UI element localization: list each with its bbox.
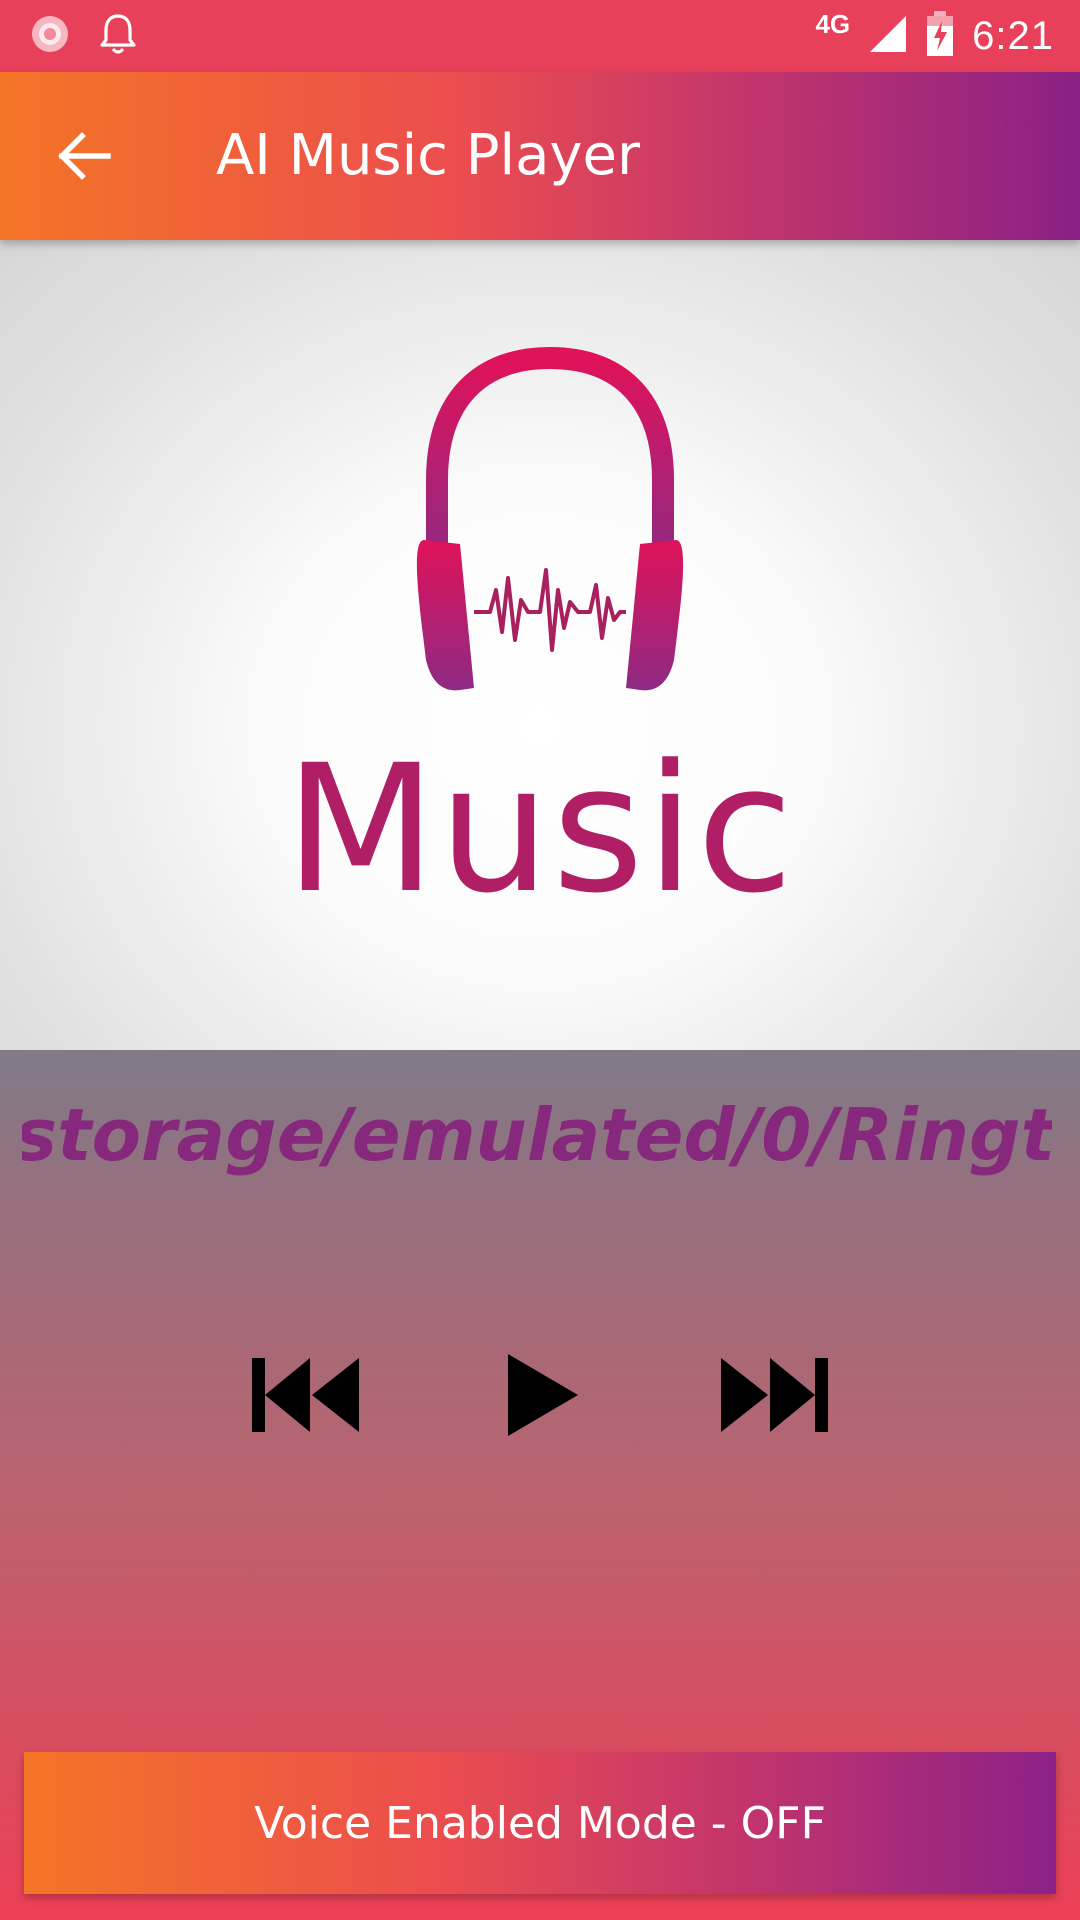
- status-left: [30, 12, 138, 60]
- status-bar: 4G 6:21: [0, 0, 1080, 72]
- logo-text: Music: [284, 727, 796, 932]
- arrow-back-icon: [52, 132, 116, 192]
- playback-controls: [0, 1340, 1080, 1450]
- song-path-text: /storage/emulated/0/Ringtones/m: [22, 1093, 1052, 1177]
- app-bar: AI Music Player: [0, 72, 1080, 240]
- previous-button[interactable]: [248, 1340, 364, 1450]
- app-notification-icon: [30, 14, 70, 59]
- voice-mode-button[interactable]: Voice Enabled Mode - OFF: [24, 1752, 1056, 1894]
- status-right: 4G 6:21: [815, 0, 1054, 72]
- signal-icon: [868, 14, 908, 59]
- album-art: Music: [0, 240, 1080, 1050]
- song-path: /storage/emulated/0/Ringtones/m: [22, 1090, 1052, 1180]
- play-button[interactable]: [502, 1340, 582, 1450]
- battery-charging-icon: [926, 10, 954, 62]
- network-type: 4G: [815, 8, 851, 39]
- voice-mode-label: Voice Enabled Mode - OFF: [254, 1797, 826, 1849]
- next-button[interactable]: [716, 1340, 832, 1450]
- bell-icon: [98, 12, 138, 61]
- skip-next-icon: [716, 1340, 832, 1450]
- clock: 6:21: [972, 13, 1054, 58]
- play-icon: [502, 1340, 582, 1450]
- page-title: AI Music Player: [216, 123, 641, 188]
- skip-previous-icon: [248, 1340, 364, 1450]
- back-button[interactable]: [52, 124, 116, 188]
